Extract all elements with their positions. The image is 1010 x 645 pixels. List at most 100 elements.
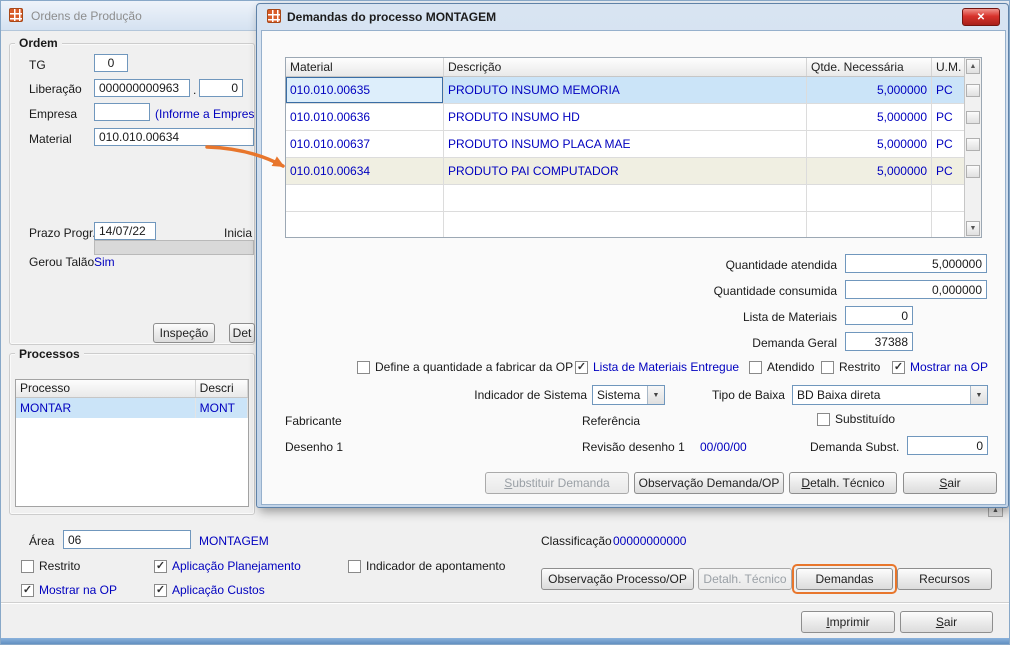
- checkbox-check-icon: ✓: [575, 360, 588, 374]
- demanda-subst-field[interactable]: 0: [907, 436, 988, 455]
- tg-field[interactable]: 0: [94, 54, 128, 72]
- checkbox-check-icon: ✓: [154, 583, 167, 597]
- liberacao-separator: .: [193, 83, 197, 97]
- table-row-empty[interactable]: [286, 185, 981, 212]
- indicador-sistema-label: Indicador de Sistema: [474, 388, 587, 402]
- processos-col-descricao[interactable]: Descri: [196, 380, 248, 397]
- col-qtde[interactable]: Qtde. Necessária: [807, 58, 932, 76]
- checkbox-lista-entregue[interactable]: ✓ Lista de Materiais Entregue: [575, 360, 739, 374]
- qtd-atendida-field[interactable]: 5,000000: [845, 254, 987, 273]
- checkbox-check-icon: ✓: [892, 360, 905, 374]
- cell-descricao: PRODUTO INSUMO MEMORIA: [444, 77, 807, 103]
- lista-materiais-label: Lista de Materiais: [742, 310, 837, 324]
- det-button[interactable]: Det: [229, 323, 255, 343]
- demanda-geral-field[interactable]: 37388: [845, 332, 913, 351]
- table-row[interactable]: 010.010.00636 PRODUTO INSUMO HD 5,000000…: [286, 104, 981, 131]
- col-descricao[interactable]: Descrição: [444, 58, 807, 76]
- lista-materiais-field[interactable]: 0: [845, 306, 913, 325]
- processos-col-processo[interactable]: Processo: [16, 380, 196, 397]
- row-selector-button[interactable]: [966, 84, 980, 97]
- checkbox-label: Mostrar na OP: [910, 360, 989, 374]
- recursos-button[interactable]: Recursos: [897, 568, 992, 590]
- processos-row[interactable]: MONTAR MONT: [16, 398, 248, 418]
- qtd-atendida-value: 5,000000: [931, 256, 982, 271]
- demanda-subst-label: Demanda Subst.: [810, 440, 900, 454]
- row-selector-button[interactable]: [966, 111, 980, 124]
- checkbox-mostrar-na-op[interactable]: ✓ Mostrar na OP: [21, 583, 117, 597]
- fabricante-label: Fabricante: [285, 414, 342, 428]
- observacao-processo-button[interactable]: Observação Processo/OP: [541, 568, 694, 590]
- substituir-demanda-button: Substituir Demanda: [485, 472, 629, 494]
- checkbox-atendido[interactable]: Atendido: [749, 360, 814, 374]
- checkbox-label: Lista de Materiais Entregue: [593, 360, 740, 374]
- sair-button[interactable]: Sair: [900, 611, 993, 633]
- tipo-baixa-dropdown[interactable]: BD Baixa direta ▼: [792, 385, 988, 405]
- close-button[interactable]: ✕: [962, 8, 1000, 26]
- checkbox-label: Atendido: [767, 360, 815, 374]
- checkbox-substituido[interactable]: Substituído: [817, 412, 895, 426]
- checkbox-box: [749, 360, 762, 374]
- revisao-value: 00/00/00: [700, 440, 747, 454]
- detalh-tecnico-dialog-button[interactable]: Detalh. Técnico: [789, 472, 897, 494]
- cell-descricao: PRODUTO PAI COMPUTADOR: [444, 158, 807, 184]
- tg-value: 0: [107, 56, 115, 70]
- observacao-demanda-button[interactable]: Observação Demanda/OP: [634, 472, 784, 494]
- checkbox-check-icon: ✓: [154, 559, 167, 573]
- row-selector-button[interactable]: [966, 138, 980, 151]
- classificacao-label: Classificação: [541, 534, 612, 548]
- checkbox-restrito-dialog[interactable]: Restrito: [821, 360, 880, 374]
- col-um[interactable]: U.M.: [932, 58, 965, 76]
- checkbox-define-qtd[interactable]: Define a quantidade a fabricar da OP: [357, 360, 573, 374]
- checkbox-label: Restrito: [839, 360, 881, 374]
- material-field[interactable]: 010.010.00634: [94, 128, 254, 146]
- col-material[interactable]: Material: [286, 58, 444, 76]
- inspecao-button-label: Inspeção: [159, 326, 209, 340]
- area-field[interactable]: 06: [63, 530, 191, 549]
- demandas-button[interactable]: Demandas: [796, 568, 893, 590]
- imprimir-button[interactable]: Imprimir: [801, 611, 895, 633]
- inicia-label: Inicia: [224, 226, 253, 240]
- checkbox-box: [348, 559, 361, 573]
- qtd-consumida-field[interactable]: 0,000000: [845, 280, 987, 299]
- empresa-field[interactable]: [94, 103, 150, 121]
- referencia-label: Referência: [582, 414, 641, 428]
- checkbox-aplicacao-planejamento[interactable]: ✓ Aplicação Planejamento: [154, 559, 301, 573]
- checkbox-mostrar-na-op-dialog[interactable]: ✓ Mostrar na OP: [892, 360, 988, 374]
- gerou-talao-value: Sim: [94, 255, 115, 269]
- row-selector-button[interactable]: [966, 165, 980, 178]
- checkbox-indicador-apontamento[interactable]: Indicador de apontamento: [348, 559, 505, 573]
- table-row[interactable]: 010.010.00635 PRODUTO INSUMO MEMORIA 5,0…: [286, 77, 981, 104]
- gerou-talao-label: Gerou Talão: [29, 255, 95, 269]
- inspecao-button[interactable]: Inspeção: [153, 323, 215, 343]
- cell-material: 010.010.00634: [286, 158, 444, 184]
- cell-um: PC: [932, 77, 965, 103]
- checkbox-restrito[interactable]: Restrito: [21, 559, 80, 573]
- processos-cell-descricao: MONT: [196, 398, 248, 418]
- detalh-tecnico-button: Detalh. Técnico: [698, 568, 792, 590]
- cell-qtde: 5,000000: [807, 77, 932, 103]
- liberacao-seq-field[interactable]: 0: [199, 79, 243, 97]
- demanda-subst-value: 0: [976, 438, 983, 453]
- screen: Ordens de Produção Ordem TG 0 Liberação …: [0, 0, 1010, 645]
- dialog-title: Demandas do processo MONTAGEM: [287, 10, 497, 24]
- det-button-label: Det: [232, 326, 252, 340]
- table-row[interactable]: 010.010.00637 PRODUTO INSUMO PLACA MAE 5…: [286, 131, 981, 158]
- checkbox-label: Restrito: [39, 559, 81, 573]
- empresa-hint: (Informe a Empres: [155, 107, 255, 121]
- indicador-sistema-dropdown[interactable]: Sistema ▼: [592, 385, 665, 405]
- prazo-field[interactable]: 14/07/22: [94, 222, 156, 240]
- scroll-up-icon[interactable]: ▲: [966, 59, 980, 74]
- cell-material: 010.010.00636: [286, 104, 444, 130]
- table-scrollbar[interactable]: ▲ ▼: [964, 58, 981, 237]
- table-row[interactable]: 010.010.00634 PRODUTO PAI COMPUTADOR 5,0…: [286, 158, 981, 185]
- scroll-down-icon[interactable]: ▼: [966, 221, 980, 236]
- checkbox-box: [21, 559, 34, 573]
- sair-dialog-button[interactable]: Sair: [903, 472, 997, 494]
- liberacao-field[interactable]: 000000000963: [94, 79, 190, 97]
- sair-dialog-label: Sair: [939, 476, 961, 490]
- dialog-titlebar[interactable]: Demandas do processo MONTAGEM ✕: [257, 4, 1008, 30]
- table-row-empty[interactable]: [286, 212, 981, 237]
- checkbox-aplicacao-custos[interactable]: ✓ Aplicação Custos: [154, 583, 265, 597]
- liberacao-seq-value: 0: [231, 81, 238, 95]
- tg-label: TG: [29, 58, 46, 72]
